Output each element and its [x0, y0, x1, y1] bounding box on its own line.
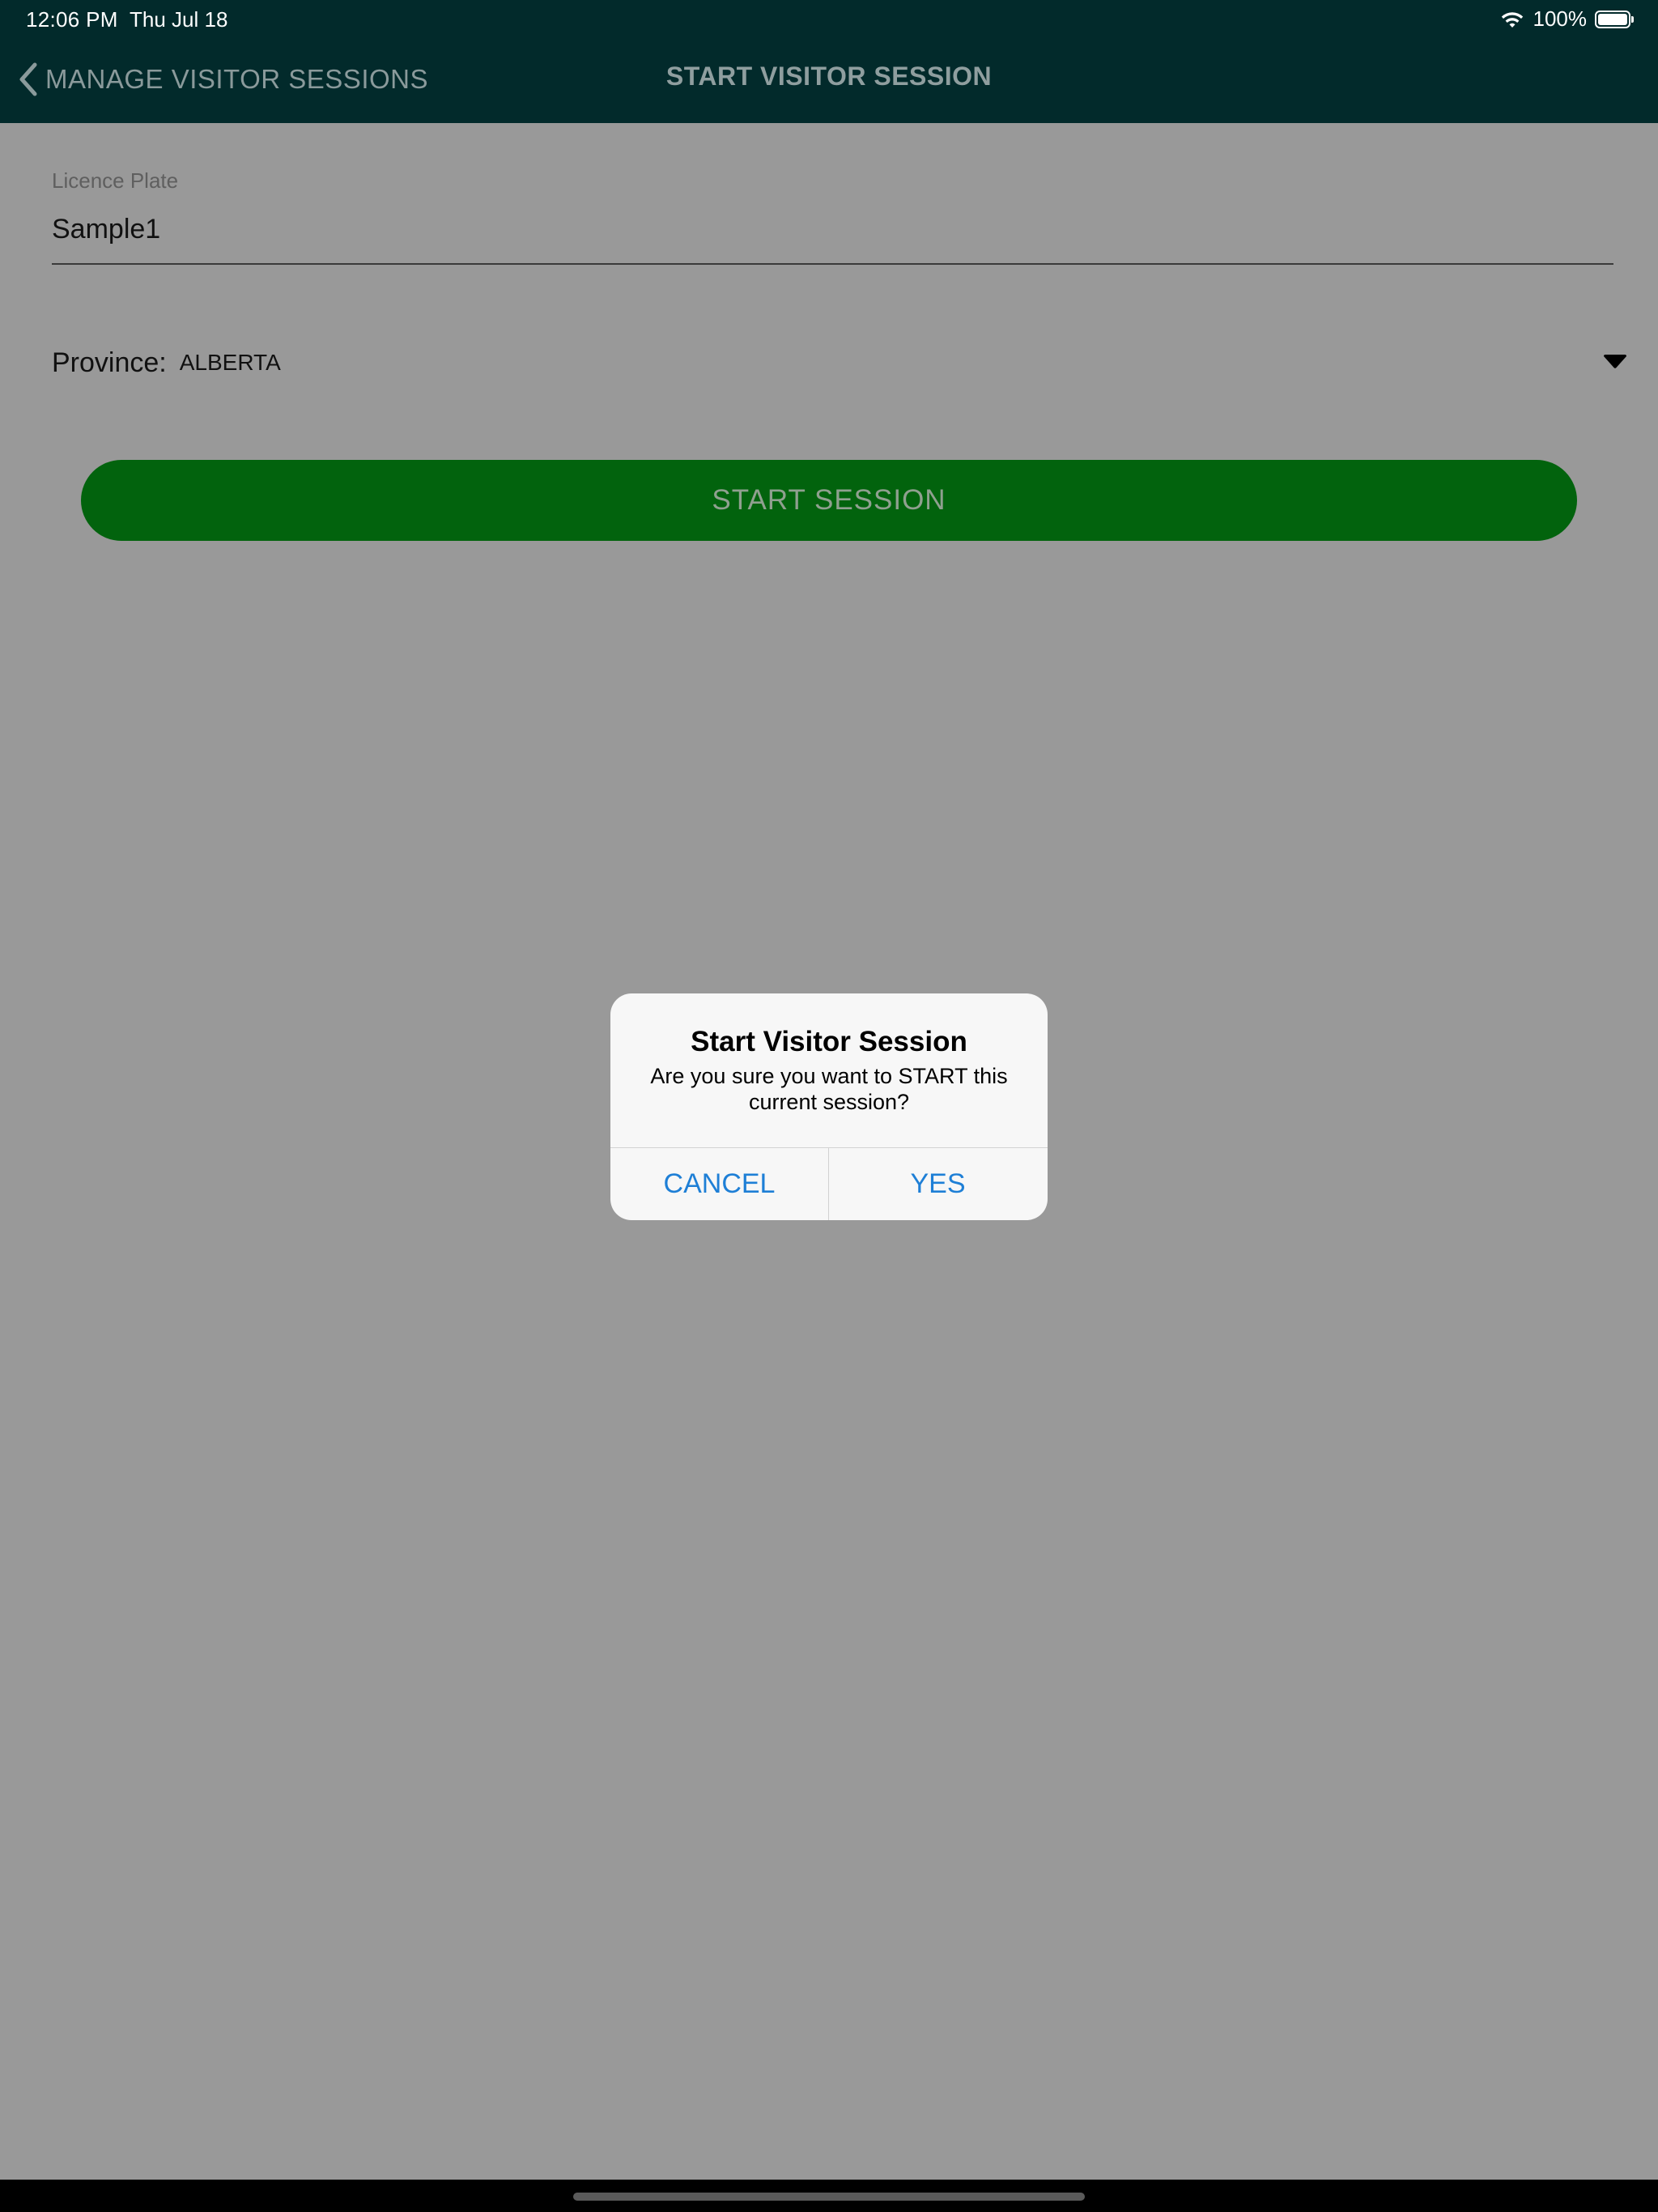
- status-indicators: 100%: [1499, 6, 1634, 32]
- wifi-icon: [1501, 11, 1523, 28]
- province-value: ALBERTA: [179, 350, 281, 375]
- page-title: START VISITOR SESSION: [665, 62, 993, 91]
- home-indicator[interactable]: [573, 2193, 1085, 2201]
- top-bar: 12:06 PM Thu Jul 18 100% MANAGE VISITOR …: [0, 0, 1658, 123]
- status-date: Thu Jul 18: [130, 7, 228, 32]
- battery-icon: [1595, 10, 1634, 28]
- battery-percent: 100%: [1533, 6, 1588, 31]
- start-session-button[interactable]: START SESSION: [81, 460, 1577, 541]
- status-bar: 12:06 PM Thu Jul 18 100%: [0, 0, 1658, 39]
- province-label: Province:: [52, 347, 167, 378]
- yes-button[interactable]: YES: [829, 1148, 1047, 1220]
- licence-plate-input[interactable]: [52, 207, 1613, 251]
- province-dropdown[interactable]: Province: ALBERTA: [52, 340, 1627, 385]
- dropdown-arrow-icon: [1604, 355, 1626, 368]
- confirm-alert-dialog: Start Visitor Session Are you sure you w…: [610, 993, 1048, 1220]
- licence-plate-label: Licence Plate: [52, 168, 179, 193]
- alert-title: Start Visitor Session: [691, 1026, 967, 1057]
- licence-plate-underline: [52, 263, 1613, 265]
- alert-message: Are you sure you want to START this curr…: [650, 1064, 1008, 1114]
- cancel-button[interactable]: CANCEL: [610, 1148, 828, 1220]
- status-time: 12:06 PM: [26, 7, 118, 32]
